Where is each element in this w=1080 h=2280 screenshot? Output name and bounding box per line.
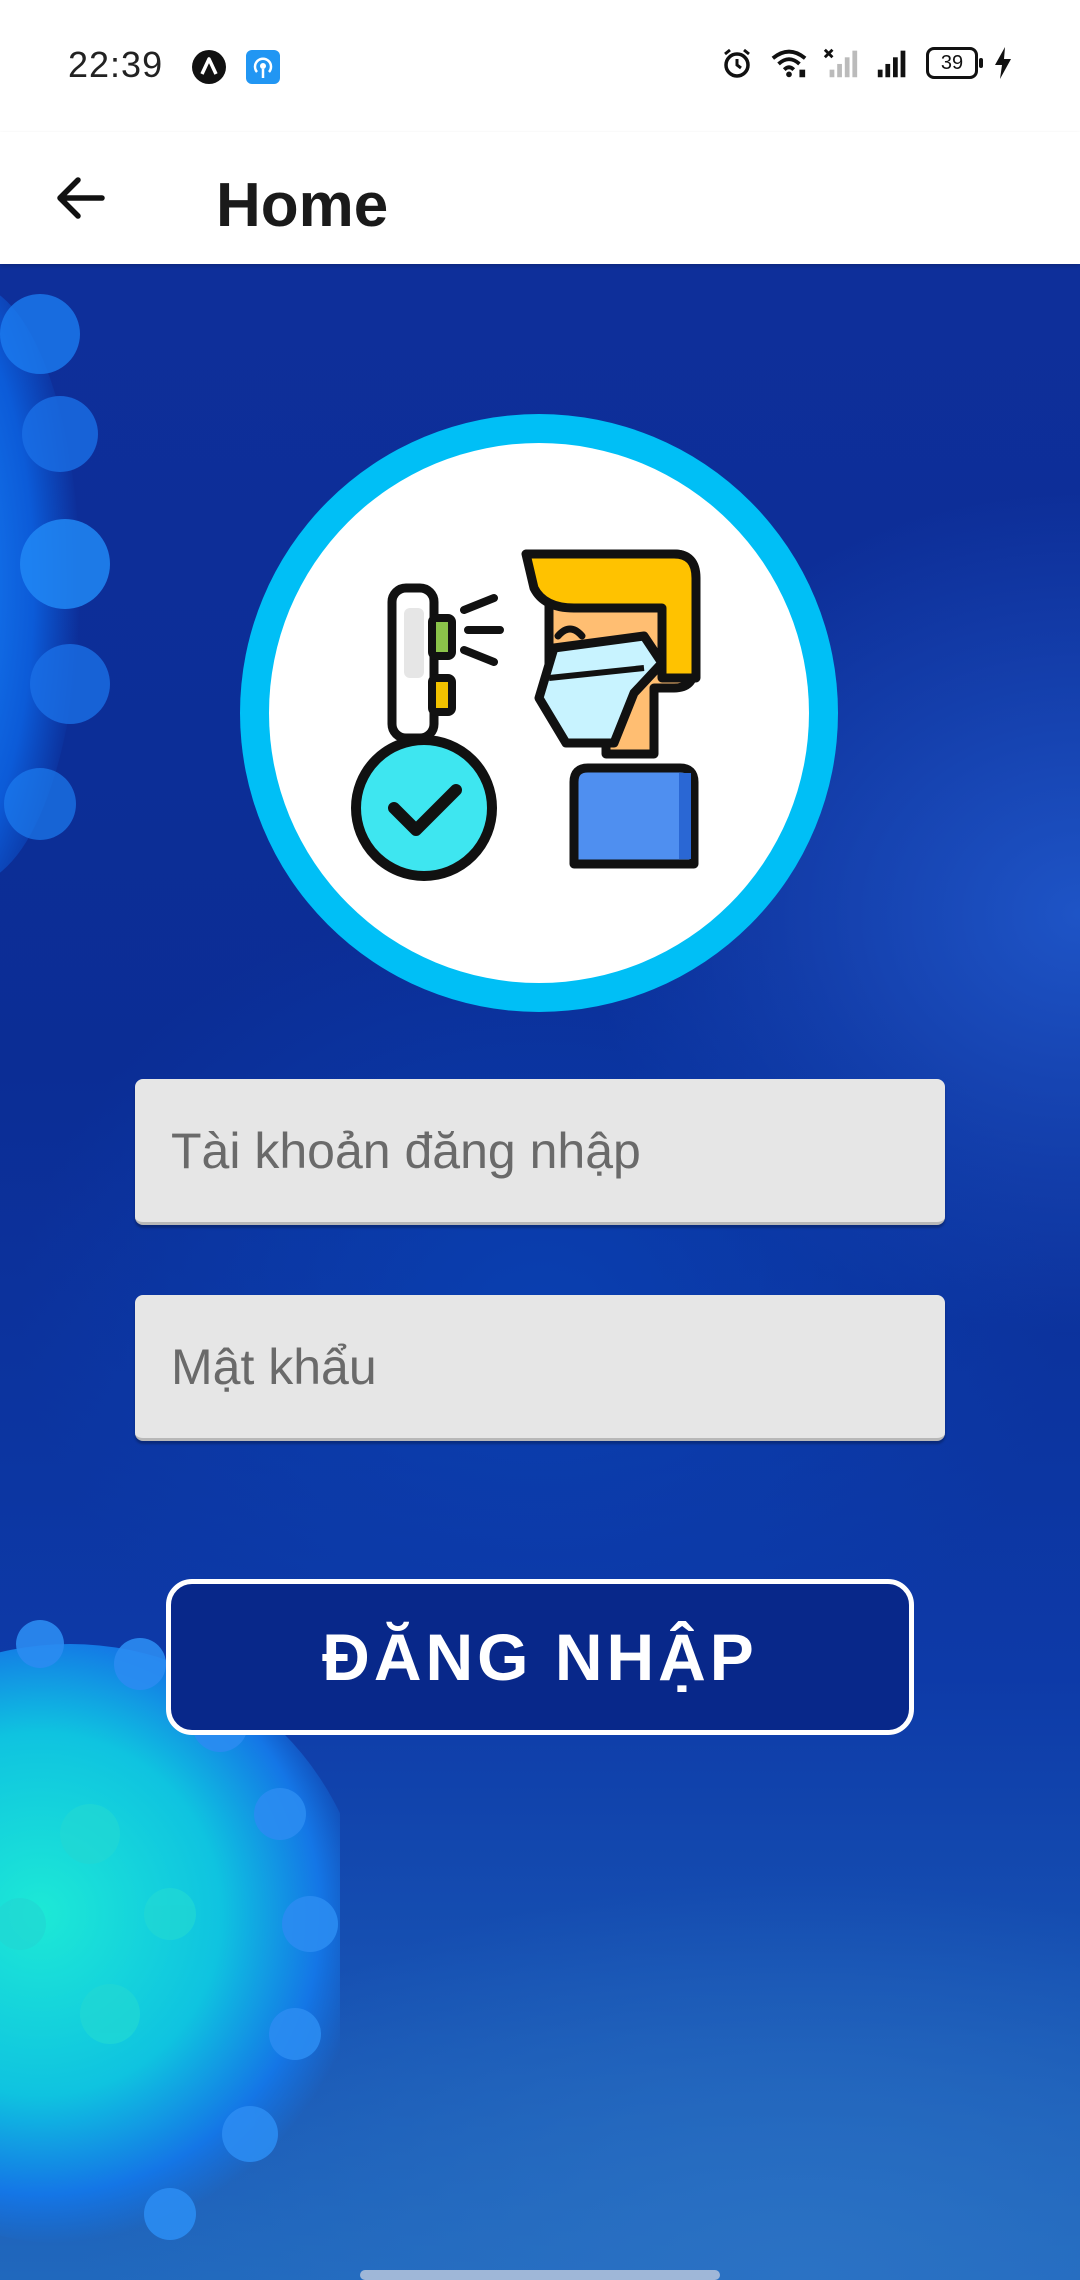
wifi-icon: [770, 44, 808, 82]
cell-signal-icon: [874, 44, 912, 82]
page-title: Home: [216, 171, 389, 240]
status-notification-icons: [190, 48, 282, 86]
battery-icon: 39: [926, 47, 983, 79]
hotspot-icon: [244, 48, 282, 86]
app-bar: Home: [0, 132, 1080, 264]
status-bar: 22:39 39: [0, 0, 1080, 132]
username-field[interactable]: [135, 1079, 945, 1225]
emblem-inner: [269, 443, 809, 983]
temperature-check-person-icon: [351, 549, 701, 881]
status-time: 22:39: [68, 44, 164, 85]
sim-no-signal-icon: [822, 44, 860, 82]
password-field[interactable]: [135, 1295, 945, 1441]
status-system-icons: 39: [718, 44, 1014, 82]
alarm-icon: [718, 44, 756, 82]
virus-decoration-top-icon: [0, 294, 110, 873]
username-input[interactable]: [135, 1079, 945, 1222]
app-a-icon: [190, 48, 228, 86]
charging-icon: [992, 44, 1014, 82]
password-input[interactable]: [135, 1295, 945, 1438]
app-emblem: [240, 414, 838, 1012]
arrow-left-icon: [57, 177, 105, 219]
back-button[interactable]: [44, 162, 116, 234]
home-indicator[interactable]: [360, 2270, 720, 2280]
login-button[interactable]: ĐĂNG NHẬP: [166, 1579, 914, 1735]
login-screen: ĐĂNG NHẬP: [0, 264, 1080, 2280]
